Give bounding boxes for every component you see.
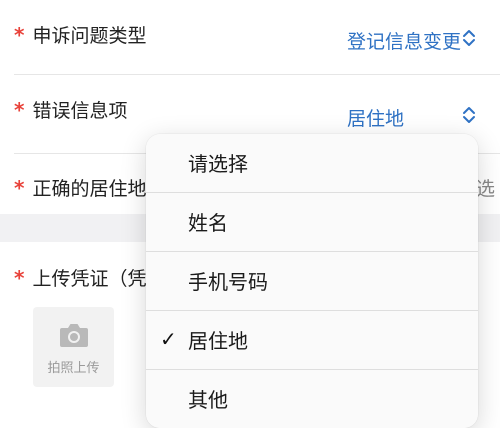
- dropdown-option-label: 居住地: [188, 329, 248, 353]
- complaint-type-row[interactable]: * 申诉问题类型 登记信息变更: [0, 0, 500, 74]
- wrong-info-label: 错误信息项: [32, 100, 128, 122]
- dropdown-option-selected[interactable]: ✓ 居住地: [146, 311, 478, 369]
- dropdown-option-label: 其他: [188, 388, 228, 412]
- dropdown-option-label: 请选择: [188, 152, 248, 176]
- required-mark: *: [14, 23, 25, 47]
- required-mark: *: [14, 176, 25, 200]
- correct-address-value[interactable]: 选: [476, 174, 500, 201]
- upload-label: 上传凭证（凭: [32, 268, 147, 290]
- checkmark-icon: ✓: [160, 327, 177, 351]
- correct-address-label: 正确的居住地: [32, 178, 147, 200]
- wrong-info-label-group: * 错误信息项: [14, 96, 127, 123]
- dropdown-option[interactable]: 其他: [146, 370, 478, 428]
- required-mark: *: [14, 98, 25, 122]
- wrong-info-value[interactable]: 居住地: [347, 104, 427, 131]
- complaint-type-value[interactable]: 登记信息变更: [347, 27, 461, 54]
- chevron-up-down-icon[interactable]: [461, 104, 477, 126]
- camera-icon: [60, 324, 88, 347]
- upload-label-group: * 上传凭证（凭: [14, 264, 146, 291]
- photo-upload-button[interactable]: 拍照上传: [33, 307, 114, 387]
- dropdown-option-label: 姓名: [188, 211, 228, 235]
- correct-address-label-group: * 正确的居住地: [14, 174, 146, 201]
- complaint-type-label: 申诉问题类型: [32, 25, 147, 47]
- dropdown-option[interactable]: 请选择: [146, 134, 478, 192]
- complaint-type-label-group: * 申诉问题类型: [14, 21, 146, 48]
- photo-upload-label: 拍照上传: [47, 361, 100, 376]
- dropdown-option-label: 手机号码: [188, 270, 268, 294]
- dropdown-option[interactable]: 姓名: [146, 193, 478, 251]
- dropdown-option[interactable]: 手机号码: [146, 252, 478, 310]
- required-mark: *: [14, 266, 25, 290]
- wrong-info-dropdown-menu: 请选择 姓名 手机号码 ✓ 居住地 其他: [146, 134, 478, 428]
- chevron-up-down-icon[interactable]: [461, 27, 477, 49]
